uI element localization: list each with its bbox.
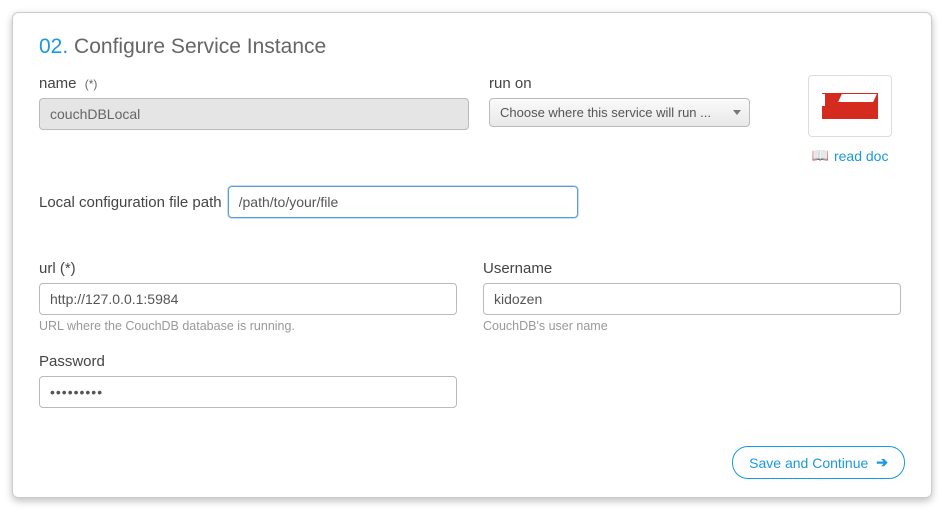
url-help-text: URL where the CouchDB database is runnin… — [39, 319, 457, 333]
runon-label: run on — [489, 75, 769, 92]
password-field-group: Password — [39, 353, 457, 408]
save-continue-button[interactable]: Save and Continue ➔ — [732, 446, 905, 479]
section-title: Configure Service Instance — [74, 35, 326, 58]
runon-select[interactable]: Choose where this service will run ... — [489, 98, 750, 127]
read-doc-link[interactable]: 📖 read doc — [812, 147, 889, 164]
url-label: url (*) — [39, 260, 457, 277]
username-field-group: Username CouchDB's user name — [483, 260, 901, 333]
password-label: Password — [39, 353, 457, 370]
username-help-text: CouchDB's user name — [483, 319, 901, 333]
arrow-right-icon: ➔ — [876, 454, 888, 471]
username-label: Username — [483, 260, 901, 277]
runon-placeholder: Choose where this service will run ... — [500, 105, 711, 120]
couchdb-logo-icon — [822, 93, 878, 119]
row-name-runon: name (*) run on Choose where this servic… — [39, 75, 905, 164]
config-path-input[interactable] — [228, 186, 578, 218]
logo-column: 📖 read doc — [795, 75, 905, 164]
config-path-label: Local configuration file path — [39, 194, 222, 211]
row-password: Password — [39, 353, 905, 408]
save-continue-label: Save and Continue — [749, 455, 868, 471]
read-doc-label: read doc — [834, 148, 888, 164]
url-field-group: url (*) URL where the CouchDB database i… — [39, 260, 457, 333]
config-path-row: Local configuration file path — [39, 186, 905, 218]
chevron-down-icon — [733, 110, 741, 115]
username-input[interactable] — [483, 283, 901, 315]
url-input[interactable] — [39, 283, 457, 315]
name-field-group: name (*) — [39, 75, 469, 130]
config-panel: 02. Configure Service Instance name (*) … — [12, 12, 932, 498]
name-label: name (*) — [39, 75, 469, 92]
row-url-username: url (*) URL where the CouchDB database i… — [39, 260, 905, 333]
section-heading: 02. Configure Service Instance — [39, 35, 905, 59]
section-number: 02. — [39, 35, 68, 58]
required-marker: (*) — [85, 77, 98, 91]
service-logo — [808, 75, 892, 137]
name-input — [39, 98, 469, 130]
runon-field-group: run on Choose where this service will ru… — [489, 75, 769, 127]
book-icon: 📖 — [812, 147, 829, 164]
footer-actions: Save and Continue ➔ — [732, 446, 905, 479]
password-input[interactable] — [39, 376, 457, 408]
